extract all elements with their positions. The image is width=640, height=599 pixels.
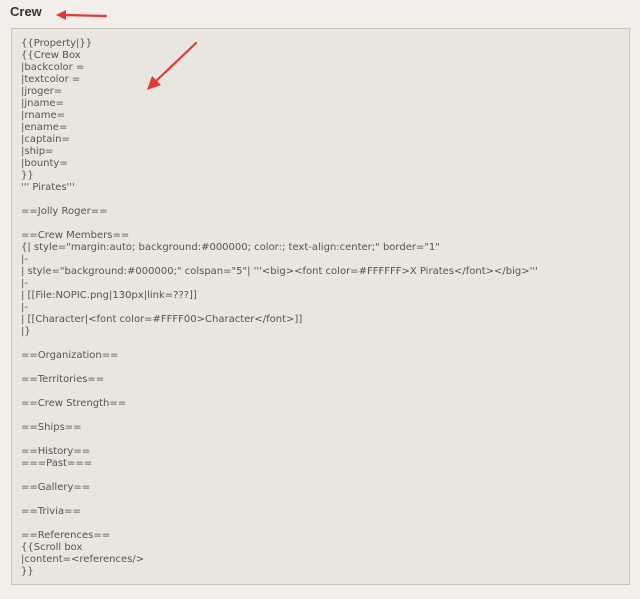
editor-line: ===Past=== bbox=[21, 458, 93, 469]
editor-line: ==Ships== bbox=[21, 422, 82, 433]
editor-line: |- bbox=[21, 278, 28, 289]
editor-line: |jname= bbox=[21, 98, 64, 109]
editor-line: ==Crew Strength== bbox=[21, 398, 127, 409]
editor-line: {{Property|}} bbox=[21, 38, 93, 49]
editor-line: | [[File:NOPIC.png|130px|link=???]] bbox=[21, 290, 197, 301]
title-arrow-annotation bbox=[56, 10, 108, 20]
editor-line: {{Scroll box bbox=[21, 542, 83, 553]
editor-line: ==Gallery== bbox=[21, 482, 91, 493]
editor-line: ==Crew Members== bbox=[21, 230, 130, 241]
editor-content[interactable]: {{Property|}} {{Crew Box |backcolor = |text… bbox=[21, 38, 623, 578]
editor-line: ==History== bbox=[21, 446, 91, 457]
editor-line: |captain= bbox=[21, 134, 70, 145]
editor-line: |ship= bbox=[21, 146, 54, 157]
editor-line: |bounty= bbox=[21, 158, 68, 169]
editor-line: |- bbox=[21, 302, 28, 313]
editor-line: |content=<references/> bbox=[21, 554, 145, 565]
editor-line: |textcolor = bbox=[21, 74, 81, 85]
editor-line: ''' Pirates''' bbox=[21, 182, 75, 193]
editor-line: }} bbox=[21, 170, 34, 181]
editor-line: |rname= bbox=[21, 110, 66, 121]
page: Crew {{Property|}} {{Crew Box |backcolor =… bbox=[0, 0, 640, 599]
editor-line: ==Trivia== bbox=[21, 506, 81, 517]
editor-line: | [[Character|<font color=#FFFF00>Charac… bbox=[21, 314, 303, 325]
editor-line: |- bbox=[21, 254, 28, 265]
editor-line: ==Jolly Roger== bbox=[21, 206, 108, 217]
editor-line: | style="background:#000000;" colspan="5… bbox=[21, 266, 538, 277]
editor-line: }} bbox=[21, 566, 34, 577]
editor-line: |jroger= bbox=[21, 86, 63, 97]
editor-line: {{Crew Box bbox=[21, 50, 81, 61]
wikitext-editor[interactable]: {{Property|}} {{Crew Box |backcolor = |text… bbox=[11, 28, 630, 585]
editor-line: ==Territories== bbox=[21, 374, 105, 385]
editor-line: |backcolor = bbox=[21, 62, 85, 73]
editor-line: ==Organization== bbox=[21, 350, 119, 361]
editor-line: |ename= bbox=[21, 122, 68, 133]
editor-line: ==References== bbox=[21, 530, 111, 541]
editor-line: |} bbox=[21, 326, 31, 337]
editor-line: {| style="margin:auto; background:#00000… bbox=[21, 242, 440, 253]
section-title: Crew bbox=[10, 4, 42, 19]
